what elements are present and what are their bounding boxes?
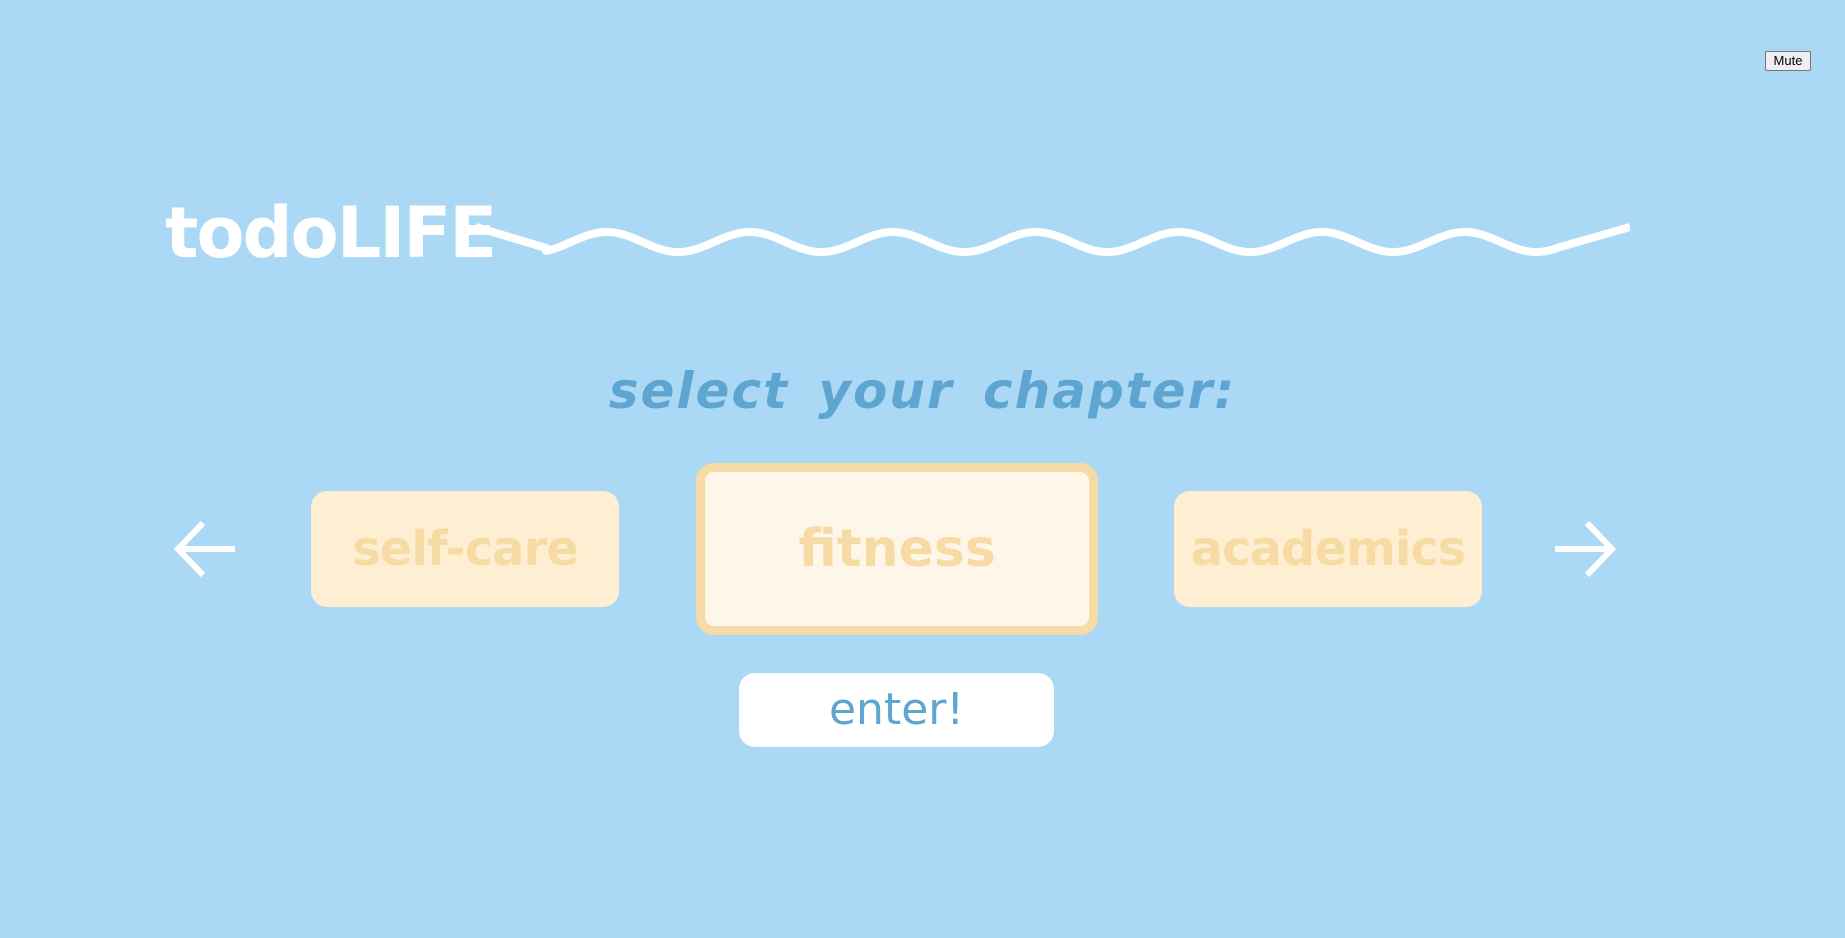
mute-button[interactable]: Mute (1765, 51, 1811, 71)
app-title: todoLIFE (165, 192, 497, 274)
chapter-card-self-care[interactable]: self-care (311, 491, 619, 607)
chapter-card-academics[interactable]: academics (1174, 491, 1482, 607)
page: Mute todoLIFE select your chapter: self-… (0, 0, 1845, 938)
wave-icon (476, 223, 1630, 256)
arrow-left-icon[interactable] (173, 518, 237, 580)
enter-button[interactable]: enter! (739, 673, 1054, 747)
chapter-prompt: select your chapter: (608, 362, 1237, 420)
chapter-card-fitness[interactable]: fitness (696, 463, 1098, 635)
arrow-right-icon[interactable] (1553, 518, 1617, 580)
